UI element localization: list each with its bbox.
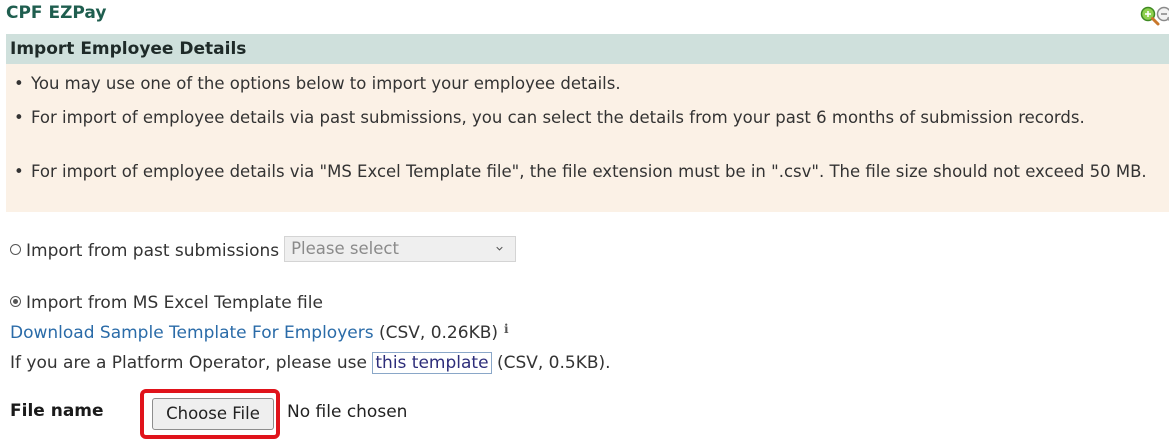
platform-row: If you are a Platform Operator, please u… — [10, 352, 611, 374]
radio-excel-template[interactable] — [10, 295, 21, 307]
zoom-out-icon[interactable] — [1155, 6, 1169, 28]
info-panel: • You may use one of the options below t… — [6, 64, 1169, 212]
radio-past-submissions[interactable] — [10, 243, 21, 255]
option-excel-label: Import from MS Excel Template file — [26, 293, 323, 313]
past-submissions-select[interactable]: Please select — [284, 236, 517, 262]
download-row: Download Sample Template For Employers (… — [10, 322, 509, 343]
info-icon[interactable]: i — [504, 322, 509, 336]
download-meta: (CSV, 0.26KB) — [378, 323, 499, 343]
app-title: CPF EZPay — [6, 3, 107, 23]
select-value: Please select — [291, 239, 399, 258]
file-status: No file chosen — [287, 402, 408, 422]
bullet-icon: • — [14, 108, 24, 127]
toolbar-icons — [1139, 6, 1169, 30]
option-past-label: Import from past submissions — [26, 241, 280, 261]
platform-prefix: If you are a Platform Operator, please u… — [10, 353, 367, 373]
option-excel-template: Import from MS Excel Template file — [10, 293, 323, 313]
chevron-down-icon — [496, 246, 503, 251]
info-bullet-text: You may use one of the options below to … — [31, 74, 621, 93]
choose-file-button[interactable]: Choose File — [152, 398, 274, 430]
bullet-icon: • — [14, 74, 24, 93]
download-sample-link[interactable]: Download Sample Template For Employers — [10, 323, 374, 343]
info-bullet-text: For import of employee details via "MS E… — [31, 162, 1147, 181]
section-header: Import Employee Details — [6, 34, 1169, 64]
bullet-icon: • — [14, 162, 24, 181]
option-past-submissions: Import from past submissions Please selec… — [10, 236, 517, 264]
platform-template-link[interactable]: this template — [372, 352, 492, 374]
platform-suffix: (CSV, 0.5KB). — [496, 353, 611, 373]
file-name-label: File name — [10, 401, 104, 421]
info-bullet-text: For import of employee details via past … — [31, 108, 1085, 127]
